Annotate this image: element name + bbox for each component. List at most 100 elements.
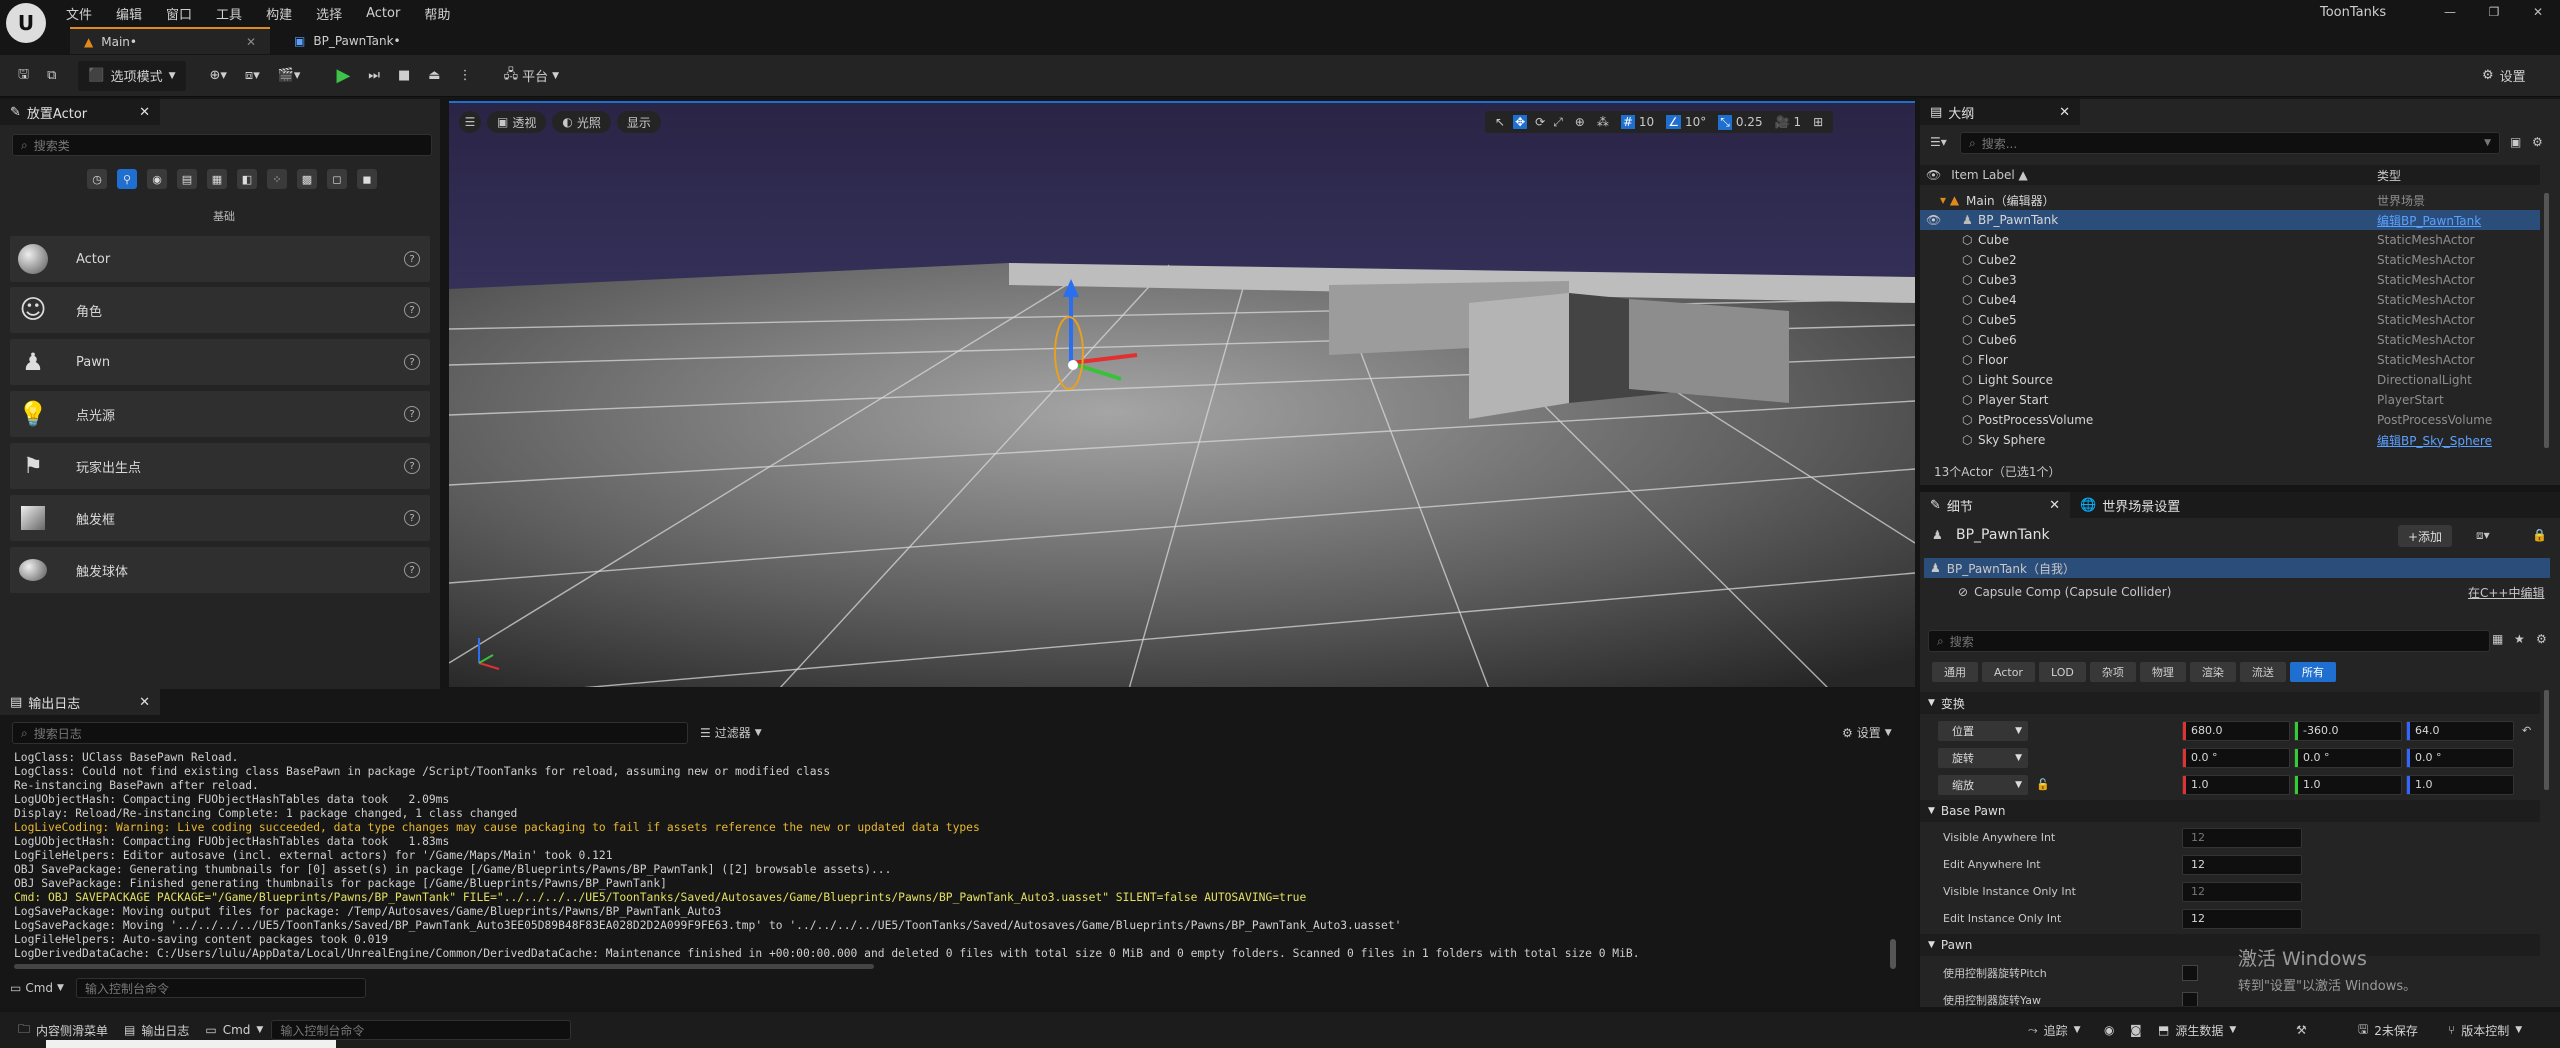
outliner-row[interactable]: ⬡ Cube3 StaticMeshActor — [1920, 270, 2540, 290]
level-viewport[interactable]: ☰ ▣ 透视 ◐ 光照 显示 ↖ ✥ ⟳ ⤢ ⊕ ⁂ # 10 ∠ 10° ⤡ … — [449, 101, 1915, 687]
play-options-icon[interactable]: ⋮ — [453, 61, 478, 91]
menu-help[interactable]: 帮助 — [424, 4, 450, 23]
favorites-icon[interactable]: ★ — [2514, 632, 2525, 646]
log-scrollbar-v[interactable] — [1890, 939, 1896, 969]
help-icon[interactable]: ? — [404, 251, 420, 267]
hamburger-icon[interactable]: ☰ — [459, 111, 481, 133]
lock-icon[interactable]: 🔓 — [2036, 778, 2050, 791]
outliner-row[interactable]: ▾ ▲ Main（编辑器） 世界场景 — [1920, 190, 2540, 210]
outliner-row[interactable]: ⬡ Cube5 StaticMeshActor — [1920, 310, 2540, 330]
settings-button[interactable]: ⚙ 设置 — [2476, 61, 2532, 91]
grid-snap-icon[interactable]: # — [1620, 115, 1635, 129]
blueprints-icon[interactable]: ⧈▾ — [239, 61, 266, 91]
edit-blueprint-link[interactable]: 编辑BP_Sky_Sphere — [2377, 432, 2492, 449]
output-log-tab[interactable]: ▤ 输出日志 ✕ — [0, 689, 160, 715]
menu-file[interactable]: 文件 — [66, 4, 92, 23]
play-icon[interactable]: ▶ — [330, 61, 356, 91]
filter-lod[interactable]: LOD — [2038, 662, 2086, 682]
camera-speed-icon[interactable]: 🎥 — [1775, 115, 1790, 129]
outliner-row[interactable]: ⬡ Sky Sphere 编辑BP_Sky_Sphere — [1920, 430, 2540, 450]
outliner-scrollbar[interactable] — [2544, 193, 2549, 448]
volumes-icon[interactable]: ⁘ — [267, 169, 287, 189]
gear-icon[interactable]: ⚙ — [2536, 632, 2547, 646]
camera-icon[interactable]: ◙ — [2130, 1023, 2142, 1037]
filter-physics[interactable]: 物理 — [2139, 662, 2186, 682]
scale-snap-value[interactable]: 0.25 — [1736, 115, 1763, 129]
cinematics-icon[interactable]: 🎬▾ — [272, 61, 307, 91]
close-tab-icon[interactable]: ✕ — [139, 105, 150, 120]
filter-streaming[interactable]: 流送 — [2239, 662, 2286, 682]
filter-rendering[interactable]: 渲染 — [2189, 662, 2236, 682]
place-item-trigger-sphere[interactable]: 触发球体 ? — [10, 547, 430, 593]
scale-y-field[interactable]: 1.0 — [2294, 774, 2402, 795]
scale-dropdown[interactable]: 缩放 ▼ — [1938, 774, 2028, 795]
version-control-button[interactable]: ⑂ 版本控制 ▼ — [2440, 1017, 2530, 1043]
rotate-tool-icon[interactable]: ⟳ — [1535, 115, 1545, 129]
component-self-row[interactable]: ♟ BP_PawnTank（自我） — [1924, 558, 2550, 578]
all-classes-icon[interactable]: ▩ — [297, 169, 317, 189]
close-tab-icon[interactable]: ✕ — [139, 695, 150, 710]
eject-icon[interactable]: ⏏ — [422, 61, 446, 91]
move-tool-icon[interactable]: ✥ — [1513, 115, 1528, 129]
log-search[interactable]: ⌕ 搜索日志 — [12, 722, 688, 744]
log-scrollbar-h[interactable] — [14, 964, 874, 969]
rotation-x-field[interactable]: 0.0 ° — [2182, 747, 2290, 768]
checkbox[interactable] — [2182, 992, 2198, 1006]
pawn-section-header[interactable]: ▼ Pawn — [1920, 934, 2540, 956]
filter-general[interactable]: 通用 — [1932, 662, 1978, 682]
close-tab-icon[interactable]: ✕ — [2059, 105, 2070, 120]
outliner-tab[interactable]: ▤ 大纲 ✕ — [1920, 99, 2080, 125]
doc-tab-bp-pawntank[interactable]: ▣ BP_PawnTank• — [280, 27, 415, 54]
place-item-character[interactable]: ☺ 角色 ? — [10, 287, 430, 333]
help-icon[interactable]: ? — [404, 562, 420, 578]
filter-misc[interactable]: 杂项 — [2089, 662, 2136, 682]
menu-actor[interactable]: Actor — [366, 6, 400, 21]
base-pawn-section-header[interactable]: ▼ Base Pawn — [1920, 800, 2540, 822]
scale-tool-icon[interactable]: ⤢ — [1553, 115, 1563, 130]
location-dropdown[interactable]: 位置 ▼ — [1938, 720, 2028, 741]
doc-tab-main[interactable]: ▲ Main• ✕ — [70, 27, 270, 54]
place-item-point-light[interactable]: 💡 点光源 ? — [10, 391, 430, 437]
outliner-row[interactable]: 👁 ♟ BP_PawnTank 编辑BP_PawnTank — [1920, 210, 2540, 230]
visual-effects-icon[interactable]: ▦ — [207, 169, 227, 189]
rotation-snap-icon[interactable]: ∠ — [1666, 115, 1681, 129]
details-tab[interactable]: ✎ 细节 ✕ — [1920, 492, 2070, 518]
edit-in-cpp-link[interactable]: 在C++中编辑 — [2468, 584, 2545, 601]
lights-icon[interactable]: ◉ — [147, 169, 167, 189]
actor-name-field[interactable]: BP_PawnTank — [1956, 527, 2050, 543]
place-item-player-start[interactable]: ⚑ 玩家出生点 ? — [10, 443, 430, 489]
menu-tools[interactable]: 工具 — [216, 4, 242, 23]
filter-actor[interactable]: Actor — [1982, 662, 2035, 682]
add-folder-icon[interactable]: ▣ — [2510, 135, 2521, 149]
unsaved-button[interactable]: 🖫 2未保存 — [2350, 1017, 2426, 1043]
help-icon[interactable]: ? — [404, 510, 420, 526]
save-icon[interactable]: 🖫 — [12, 61, 35, 91]
add-content-icon[interactable]: ⊕▾ — [204, 61, 233, 91]
outliner-row[interactable]: ⬡ Cube StaticMeshActor — [1920, 230, 2540, 250]
location-y-field[interactable]: -360.0 — [2294, 720, 2402, 741]
log-settings-button[interactable]: ⚙ 设置 ▼ — [1842, 724, 1892, 741]
place-item-trigger-box[interactable]: 触发框 ? — [10, 495, 430, 541]
close-tab-icon[interactable]: ✕ — [246, 35, 256, 49]
outliner-search[interactable]: ⌕ 搜索... ▼ — [1960, 132, 2500, 154]
maximize-viewport-icon[interactable]: ⊞ — [1813, 115, 1823, 129]
component-row[interactable]: ⊘ Capsule Comp (Capsule Collider) 在C++中编… — [1924, 582, 2550, 602]
filter-all[interactable]: 所有 — [2289, 662, 2336, 682]
blueprint-options-icon[interactable]: ⧈▾ — [2476, 528, 2490, 543]
perspective-button[interactable]: ▣ 透视 — [487, 111, 547, 133]
cmd-dropdown[interactable]: ▭ Cmd ▼ — [10, 981, 64, 995]
place-item-actor[interactable]: Actor ? — [10, 236, 430, 282]
menu-edit[interactable]: 编辑 — [116, 4, 142, 23]
location-z-field[interactable]: 64.0 — [2406, 720, 2514, 741]
rotation-dropdown[interactable]: 旋转 ▼ — [1938, 747, 2028, 768]
close-tab-icon[interactable]: ✕ — [2049, 498, 2060, 513]
transform-section-header[interactable]: ▼ 变换 — [1920, 692, 2540, 714]
filters-button[interactable]: ☰ 过滤器 ▼ — [700, 724, 762, 741]
surface-snap-icon[interactable]: ⁂ — [1597, 115, 1609, 129]
edit-instance-only-field[interactable]: 12 — [2182, 908, 2302, 929]
col-item-label[interactable]: Item Label ▲ — [1951, 168, 2028, 182]
outliner-row[interactable]: ⬡ Floor StaticMeshActor — [1920, 350, 2540, 370]
record-icon[interactable]: ◉ — [2104, 1023, 2114, 1037]
rotation-snap-value[interactable]: 10° — [1685, 115, 1706, 129]
stop-icon[interactable]: ■ — [392, 61, 416, 91]
